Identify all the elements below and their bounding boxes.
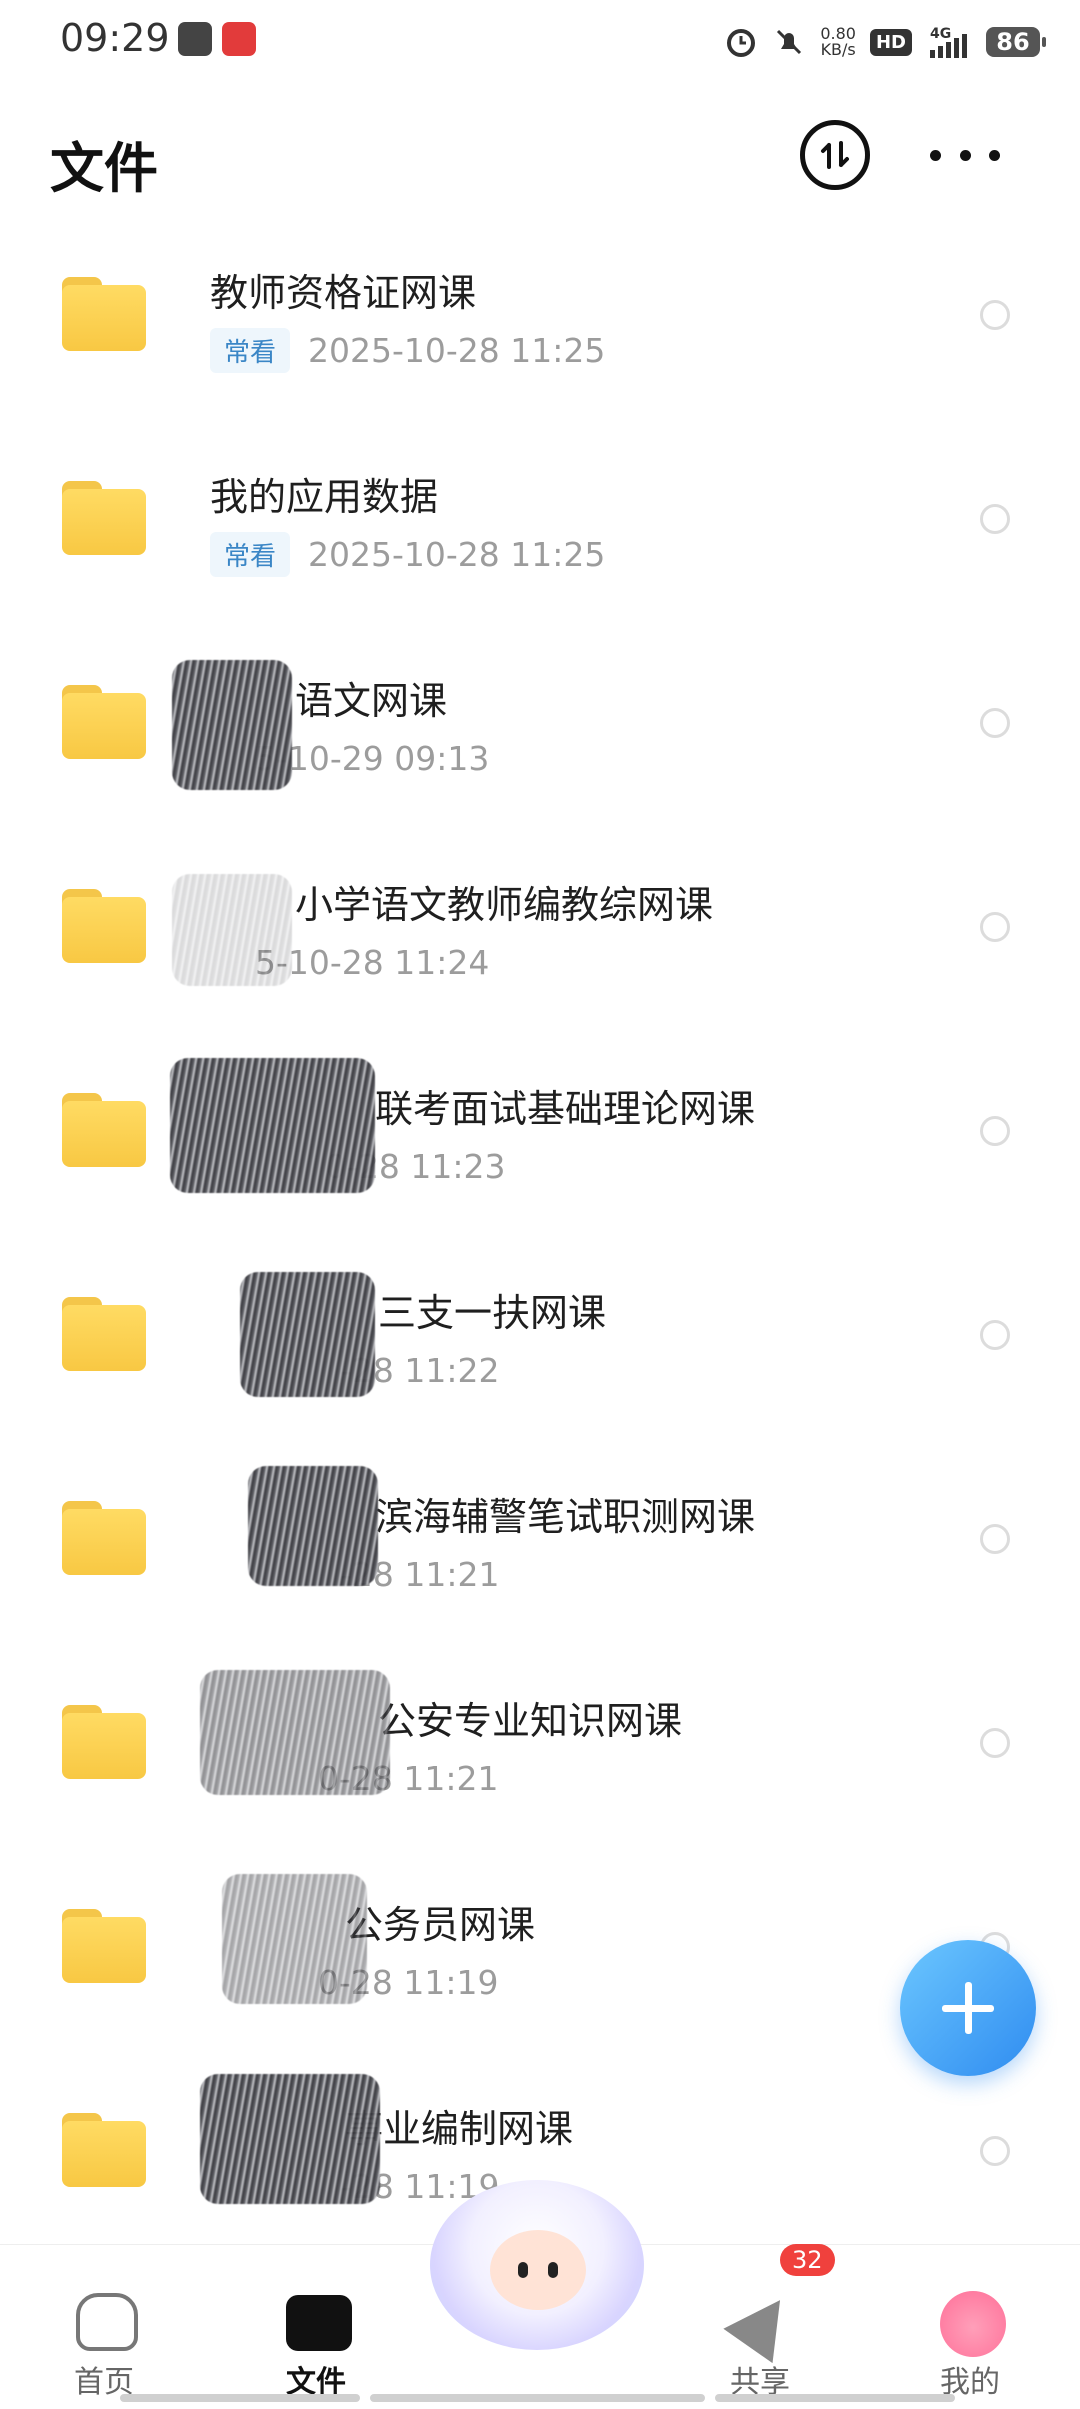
mascot-face	[490, 2230, 586, 2310]
sort-icon	[821, 141, 849, 169]
mascot-eye	[518, 2262, 528, 2278]
status-bar: 09:29 0.80 KB/s HD 4G 86	[0, 0, 1080, 82]
file-name: 滨海辅警笔试职测网课	[375, 1495, 756, 1539]
folder-icon	[62, 685, 146, 759]
share-badge: 32	[780, 2244, 835, 2276]
file-date: 2025-10-28 11:25	[308, 534, 606, 574]
list-item[interactable]: 我的应用数据 常看 2025-10-28 11:25	[0, 436, 1080, 640]
folder-icon	[62, 481, 146, 555]
folder-icon	[62, 1909, 146, 1983]
signal-icon: 4G	[930, 26, 967, 58]
redaction-scribble	[240, 1272, 375, 1397]
select-radio[interactable]	[980, 1524, 1010, 1554]
status-time: 09:29	[60, 16, 170, 60]
tab-files[interactable]: 文件	[246, 2265, 386, 2400]
redaction-scribble	[170, 1058, 375, 1193]
assistant-mascot-button[interactable]	[430, 2180, 644, 2350]
folder-icon	[62, 2113, 146, 2187]
folder-icon	[62, 1501, 146, 1575]
plus-icon-stroke	[964, 1982, 972, 2034]
file-name: 三支一扶网课	[378, 1291, 607, 1335]
gesture-bar	[370, 2394, 705, 2402]
file-name: 公务员网课	[345, 1903, 536, 1947]
select-radio[interactable]	[980, 1728, 1010, 1758]
list-item[interactable]: 语文网课 5-10-29 09:13	[0, 640, 1080, 844]
hd-badge: HD	[869, 28, 912, 56]
file-date: 2025-10-28 11:25	[308, 330, 606, 370]
status-right-group: 0.80 KB/s HD 4G 86	[724, 20, 1046, 64]
tab-me[interactable]: 我的	[900, 2265, 1040, 2400]
tab-home[interactable]: 首页	[34, 2265, 174, 2400]
file-name: 我的应用数据	[210, 475, 439, 519]
app-notification-icon-red	[222, 22, 256, 56]
app-notification-icon	[178, 22, 212, 56]
file-name: 小学语文教师编教综网课	[295, 883, 714, 927]
gesture-bar	[715, 2394, 955, 2402]
redaction-scribble	[200, 1670, 390, 1795]
redaction-scribble	[172, 874, 292, 986]
more-button[interactable]	[930, 130, 1000, 180]
redaction-scribble	[248, 1466, 378, 1586]
select-radio[interactable]	[980, 504, 1010, 534]
file-name: 教师资格证网课	[210, 271, 477, 315]
file-meta: 常看 2025-10-28 11:25	[210, 531, 606, 577]
page-header: 文件	[0, 110, 1080, 210]
select-radio[interactable]	[980, 708, 1010, 738]
file-meta: 常看 2025-10-28 11:25	[210, 327, 606, 373]
folder-icon	[62, 277, 146, 351]
select-radio[interactable]	[980, 2136, 1010, 2166]
avatar-icon	[940, 2291, 1006, 2357]
select-radio[interactable]	[980, 912, 1010, 942]
select-radio[interactable]	[980, 1320, 1010, 1350]
alarm-icon	[727, 29, 756, 57]
frequent-tag: 常看	[210, 531, 291, 577]
list-item[interactable]: 滨海辅警笔试职测网课 -28 11:21	[0, 1456, 1080, 1660]
redaction-scribble	[172, 660, 292, 790]
folder-icon	[62, 1705, 146, 1779]
file-name: 公安专业知识网课	[378, 1699, 683, 1743]
add-button[interactable]	[900, 1940, 1036, 2076]
redaction-scribble	[200, 2074, 380, 2204]
select-radio[interactable]	[980, 300, 1010, 330]
list-item[interactable]: 公安专业知识网课 0-28 11:21	[0, 1660, 1080, 1864]
list-item[interactable]: 联考面试基础理论网课 0-28 11:23	[0, 1048, 1080, 1252]
select-radio[interactable]	[980, 1116, 1010, 1146]
mute-icon	[777, 29, 802, 55]
battery-indicator: 86	[986, 27, 1046, 57]
file-name: 语文网课	[295, 679, 448, 723]
folder-icon	[62, 1093, 146, 1167]
more-icon	[930, 149, 941, 161]
folder-icon	[62, 1297, 146, 1371]
mascot-eye	[548, 2262, 558, 2278]
more-icon-dot	[959, 149, 971, 161]
list-item[interactable]: 教师资格证网课 常看 2025-10-28 11:25	[0, 232, 1080, 436]
net-speed: 0.80 KB/s	[820, 24, 856, 59]
gesture-bar	[120, 2394, 360, 2402]
more-icon-dot	[989, 149, 1000, 161]
frequent-tag: 常看	[210, 327, 291, 373]
sort-button[interactable]	[800, 120, 870, 190]
home-icon	[76, 2293, 138, 2351]
file-name: 联考面试基础理论网课	[375, 1087, 756, 1131]
folder-icon	[62, 889, 146, 963]
tab-share[interactable]: 共享	[690, 2265, 830, 2400]
file-icon	[286, 2295, 352, 2351]
page-title: 文件	[50, 137, 158, 200]
svg-text:4G: 4G	[930, 26, 951, 42]
redaction-scribble	[222, 1874, 367, 2004]
send-icon	[723, 2282, 805, 2364]
list-item[interactable]: 三支一扶网课 -28 11:22	[0, 1252, 1080, 1456]
list-item[interactable]: 小学语文教师编教综网课 5-10-28 11:24	[0, 844, 1080, 1048]
